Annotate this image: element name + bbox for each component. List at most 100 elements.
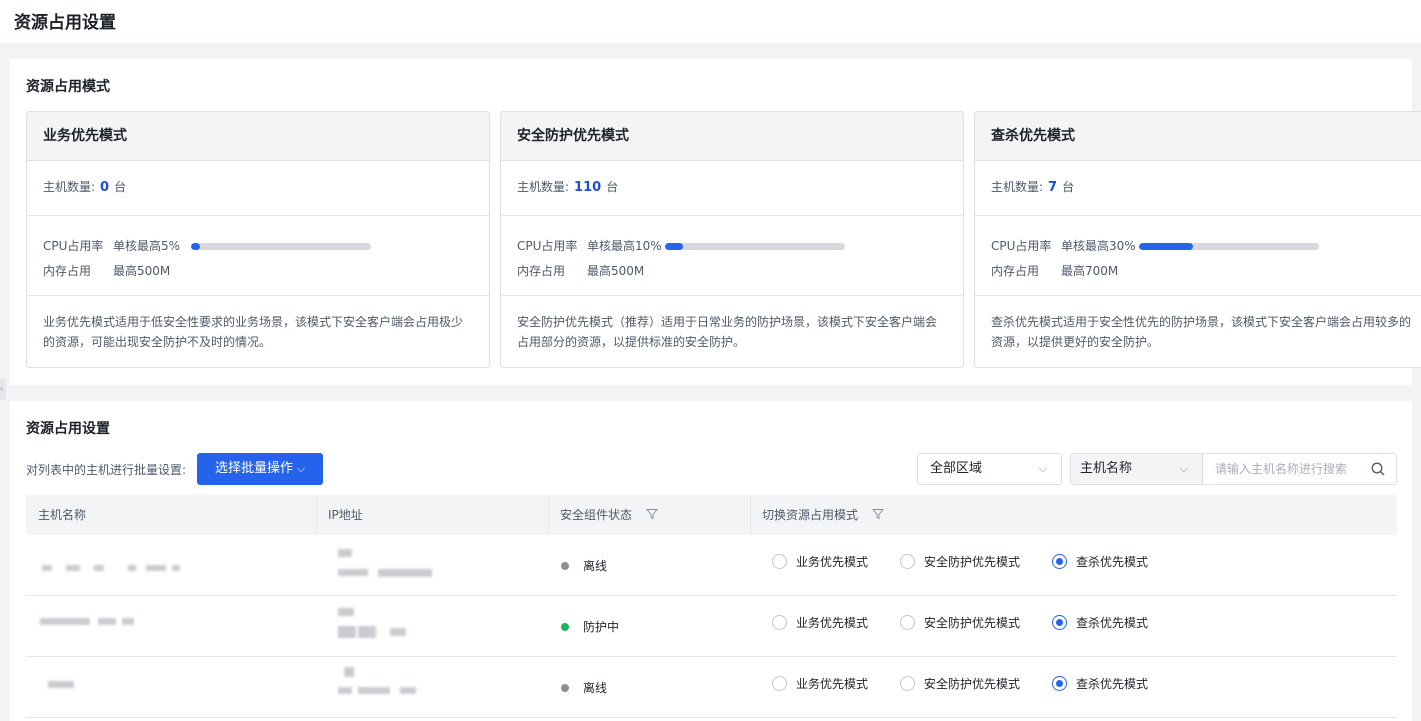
redacted-ip-address: [358, 626, 376, 638]
redacted-ip-address: [338, 608, 354, 616]
memory-label: 内存占用: [517, 264, 566, 278]
mode-radio[interactable]: 业务优先模式: [772, 675, 868, 692]
top-header: 资源占用设置: [0, 0, 1421, 43]
mode-radio[interactable]: 查杀优先模式: [1052, 614, 1148, 631]
host-count-row: 主机数量: 7 台: [975, 161, 1421, 216]
mode-card: 安全防护优先模式 主机数量: 110 台 CPU占用率 单核最高10% 内存占用 最高500M…: [500, 111, 964, 368]
radio-circle[interactable]: [1052, 554, 1067, 569]
table-row: 离线 业务优先模式 安全防护优先模式 查杀优先模式: [26, 657, 1397, 718]
cpu-usage-bar: [1139, 243, 1319, 250]
redacted-ip-address: [338, 687, 352, 694]
mode-radio-label: 业务优先模式: [796, 677, 869, 691]
status-text: 离线: [583, 559, 608, 573]
redacted-ip-address: [338, 549, 352, 557]
radio-circle[interactable]: [772, 615, 787, 630]
host-count-unit: 台: [114, 180, 127, 194]
cpu-label: CPU占用率: [43, 239, 104, 253]
search-icon[interactable]: [1371, 462, 1385, 476]
host-count-row: 主机数量: 0 台: [27, 161, 489, 216]
host-count-value[interactable]: 7: [1048, 180, 1057, 195]
agent-status: 防护中: [561, 618, 619, 635]
modes-panel: 资源占用模式 业务优先模式 主机数量: 0 台 CPU占用率 单核最高5% 内存占用 最高50…: [10, 59, 1421, 385]
redacted-host-name: [48, 681, 74, 688]
mode-radio-label: 查杀优先模式: [1076, 677, 1149, 691]
column-ip: IP地址: [328, 508, 363, 522]
mode-radio[interactable]: 业务优先模式: [772, 614, 868, 631]
mode-radio-label: 安全防护优先模式: [924, 616, 1021, 630]
redacted-ip-address: [400, 687, 416, 694]
host-count-label: 主机数量:: [43, 180, 96, 194]
mode-radio-label: 业务优先模式: [796, 555, 869, 569]
mode-card: 业务优先模式 主机数量: 0 台 CPU占用率 单核最高5% 内存占用 最高500M 业务优先模…: [26, 111, 490, 368]
mode-radio-label: 业务优先模式: [796, 616, 869, 630]
mode-card-title: 安全防护优先模式: [501, 112, 963, 161]
cpu-usage-fill: [665, 243, 683, 250]
host-count-unit: 台: [1062, 180, 1075, 194]
memory-limit: 最高700M: [1061, 264, 1119, 278]
status-dot: [561, 562, 569, 570]
redacted-host-name: [122, 618, 134, 625]
radio-circle[interactable]: [772, 676, 787, 691]
search-input[interactable]: [1202, 453, 1397, 485]
redacted-ip-address: [358, 687, 390, 694]
batch-label: 对列表中的主机进行批量设置:: [26, 463, 187, 477]
radio-circle[interactable]: [1052, 615, 1067, 630]
status-text: 防护中: [583, 620, 620, 634]
table-row: 防护中 业务优先模式 安全防护优先模式 查杀优先模式: [26, 596, 1397, 657]
redacted-host-name: [146, 565, 166, 571]
radio-circle[interactable]: [900, 615, 915, 630]
region-select-value: 全部区域: [930, 461, 983, 476]
region-select[interactable]: 全部区域 ⌵: [917, 453, 1062, 485]
mode-radio[interactable]: 查杀优先模式: [1052, 675, 1148, 692]
mode-card: 查杀优先模式 主机数量: 7 台 CPU占用率 单核最高30% 内存占用 最高700M 查杀优先…: [974, 111, 1421, 368]
chevron-down-icon: ⌵: [1038, 462, 1047, 475]
memory-label: 内存占用: [43, 264, 92, 278]
search-type-select[interactable]: 主机名称 ⌵: [1070, 453, 1202, 485]
status-dot: [561, 684, 569, 692]
column-host-name: 主机名称: [38, 508, 87, 522]
redacted-host-name: [42, 565, 52, 571]
column-agent-status-label: 安全组件状态: [560, 508, 633, 522]
mode-radio[interactable]: 业务优先模式: [772, 553, 868, 570]
column-switch-mode-label: 切换资源占用模式: [762, 508, 859, 522]
radio-circle[interactable]: [1052, 676, 1067, 691]
agent-status: 离线: [561, 679, 607, 696]
status-text: 离线: [583, 681, 608, 695]
mode-radio-label: 安全防护优先模式: [924, 555, 1021, 569]
radio-circle[interactable]: [772, 554, 787, 569]
filter-icon[interactable]: [645, 508, 658, 520]
host-count-label: 主机数量:: [991, 180, 1044, 194]
radio-circle[interactable]: [900, 554, 915, 569]
memory-limit: 最高500M: [113, 264, 171, 278]
host-count-row: 主机数量: 110 台: [501, 161, 963, 216]
host-count-value[interactable]: 110: [574, 180, 601, 195]
redacted-ip-address: [338, 626, 356, 638]
redacted-host-name: [66, 565, 80, 571]
status-dot: [561, 623, 569, 631]
mode-card-title: 业务优先模式: [27, 112, 489, 161]
mode-radio-label: 查杀优先模式: [1076, 555, 1149, 569]
radio-circle[interactable]: [900, 676, 915, 691]
mode-radio[interactable]: 安全防护优先模式: [900, 614, 1020, 631]
batch-operation-button[interactable]: 选择批量操作 ⌵: [197, 453, 323, 485]
sidebar-collapse-handle[interactable]: ‹: [0, 378, 6, 400]
mode-description: 业务优先模式适用于低安全性要求的业务场景，该模式下安全客户端会占用极少的资源，可…: [43, 315, 464, 349]
redacted-ip-address: [390, 628, 406, 636]
search-type-value: 主机名称: [1080, 461, 1133, 476]
host-count-value[interactable]: 0: [100, 180, 109, 195]
redacted-host-name: [40, 618, 90, 625]
mode-radio[interactable]: 查杀优先模式: [1052, 553, 1148, 570]
cpu-limit: 单核最高10%: [587, 239, 662, 253]
mode-radio[interactable]: 安全防护优先模式: [900, 675, 1020, 692]
filter-icon[interactable]: [871, 508, 884, 520]
redacted-ip-address: [338, 569, 368, 576]
mode-radio[interactable]: 安全防护优先模式: [900, 553, 1020, 570]
redacted-ip-address: [378, 569, 432, 577]
memory-label: 内存占用: [991, 264, 1040, 278]
mode-card-title: 查杀优先模式: [975, 112, 1421, 161]
cpu-usage-fill: [191, 243, 200, 250]
chevron-down-icon: ⌵: [1179, 462, 1188, 475]
redacted-host-name: [128, 565, 136, 571]
mode-radio-label: 查杀优先模式: [1076, 616, 1149, 630]
cpu-label: CPU占用率: [517, 239, 578, 253]
